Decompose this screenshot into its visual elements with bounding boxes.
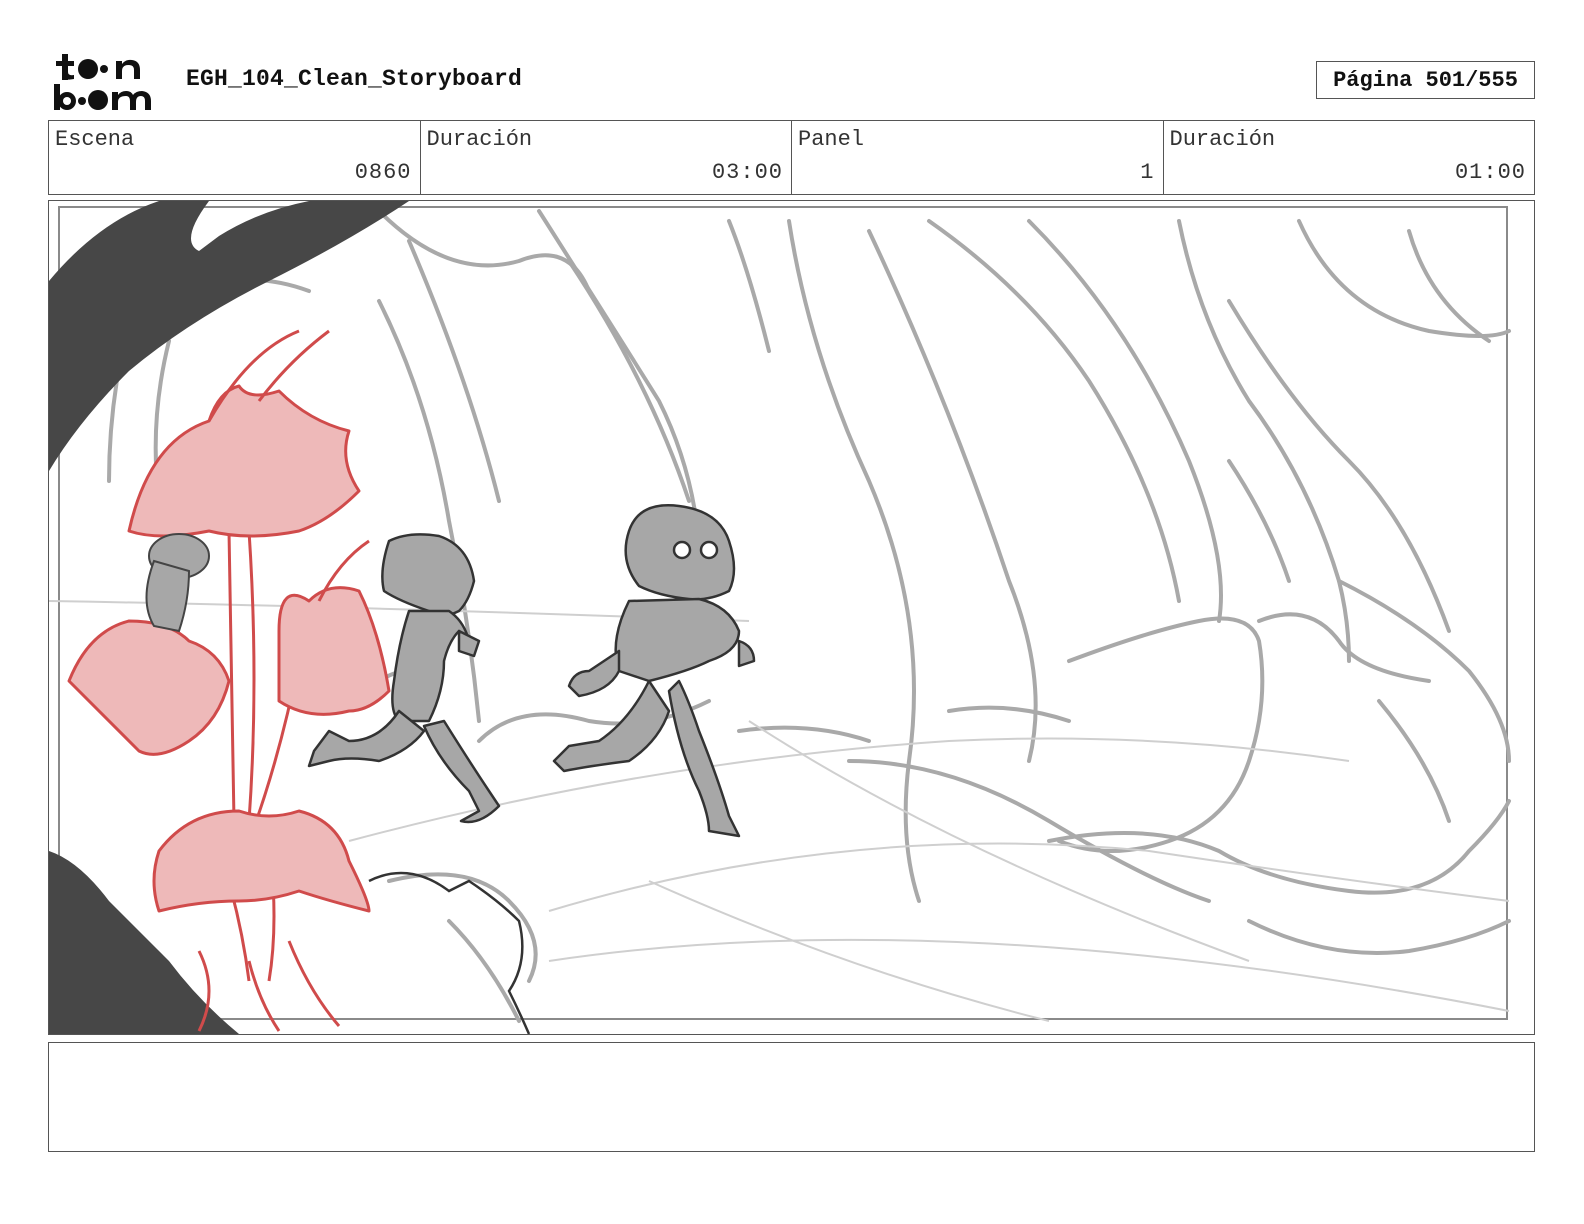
scene-duration-label: Duración: [426, 127, 533, 152]
toon-boom-logo: [52, 50, 164, 112]
panel-duration-value: 01:00: [1454, 160, 1526, 185]
document-title: EGH_104_Clean_Storyboard: [186, 66, 523, 92]
scene-duration-cell: Duración 03:00: [421, 121, 792, 194]
ground-lines: [49, 600, 1510, 1022]
running-girl-right: [552, 504, 756, 838]
scene-duration-value: 03:00: [711, 160, 783, 185]
scene-label: Escena: [55, 127, 135, 152]
storyboard-sketch: [49, 201, 1511, 1034]
notes-box: [48, 1042, 1535, 1152]
storyboard-panel: [48, 200, 1535, 1035]
page-number: Página 501/555: [1316, 61, 1535, 99]
scene-value: 0860: [354, 160, 412, 185]
background-character: [145, 533, 210, 633]
panel-label: Panel: [798, 127, 865, 152]
scene-cell: Escena 0860: [49, 121, 421, 194]
scene-info-row: Escena 0860 Duración 03:00 Panel 1 Durac…: [48, 120, 1535, 195]
panel-cell: Panel 1: [792, 121, 1164, 194]
panel-value: 1: [1140, 160, 1155, 185]
panel-duration-label: Duración: [1169, 127, 1276, 152]
panel-duration-cell: Duración 01:00: [1164, 121, 1535, 194]
